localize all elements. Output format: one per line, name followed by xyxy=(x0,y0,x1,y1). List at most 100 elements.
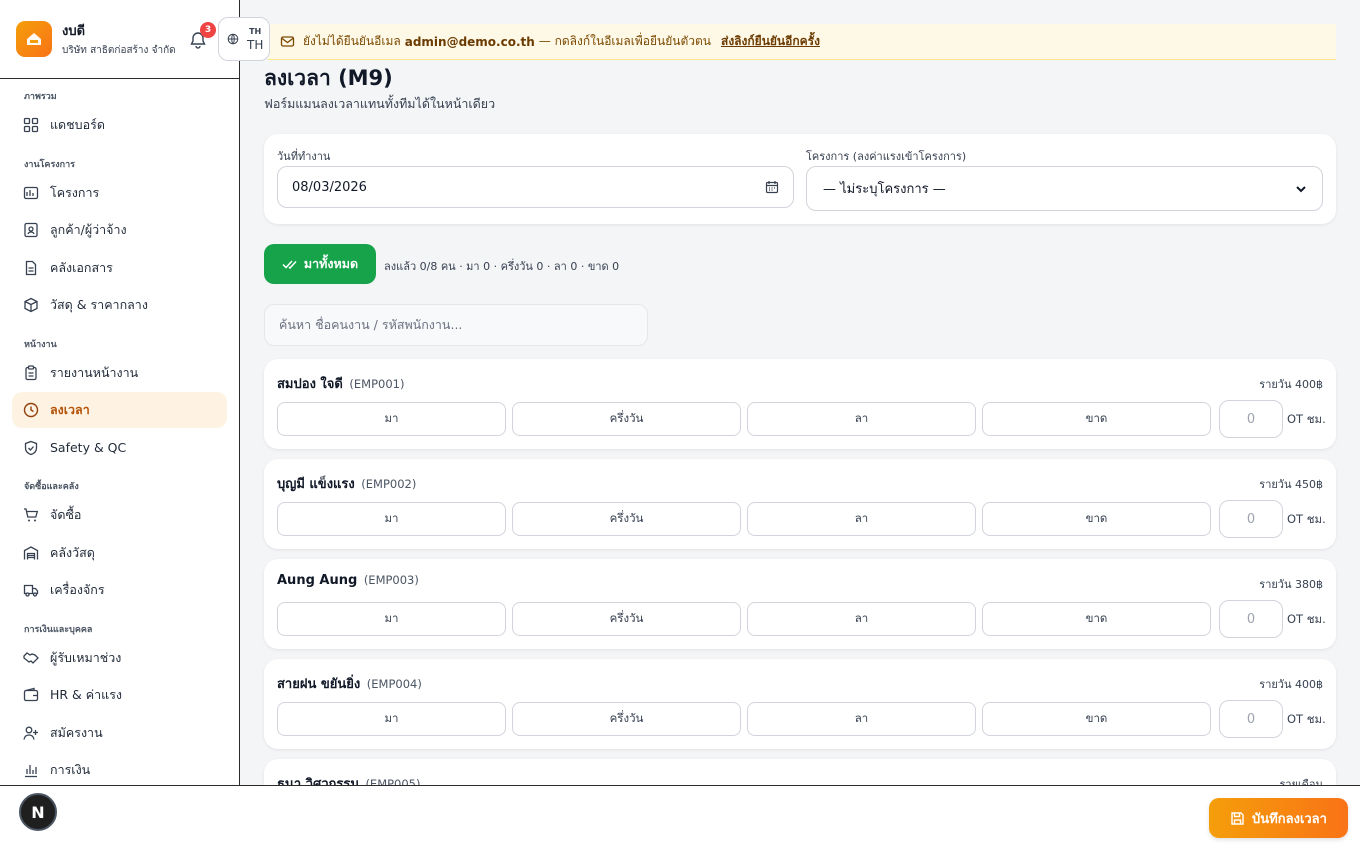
save-attendance-label: บันทึกลงเวลา xyxy=(1252,811,1327,827)
sidebar-item-machinery[interactable]: เครื่องจักร xyxy=(12,572,227,608)
cart-icon xyxy=(24,508,39,522)
handshake-icon xyxy=(23,651,39,664)
employee-name: Aung Aung (EMP003) xyxy=(277,573,419,588)
sidebar-item-hr[interactable]: HR & ค่าแรง xyxy=(12,677,227,713)
dev-tools-badge[interactable]: N xyxy=(19,793,57,831)
language-switcher[interactable]: TH TH xyxy=(218,17,270,61)
ot-unit-label: OT ชม. xyxy=(1287,512,1326,526)
status-option-half[interactable]: ครึ่งวัน xyxy=(512,702,741,736)
grid-icon xyxy=(23,117,39,133)
status-option-half[interactable]: ครึ่งวัน xyxy=(512,402,741,436)
wallet-icon xyxy=(23,687,39,702)
status-option-half[interactable]: ครึ่งวัน xyxy=(512,502,741,536)
bottom-action-bar xyxy=(0,785,1360,850)
status-option-present[interactable]: มา xyxy=(277,402,506,436)
sidebar-item-warehouse[interactable]: คลังวัสดุ xyxy=(12,535,227,571)
user-plus-icon xyxy=(23,726,38,740)
sidebar-item-recruit[interactable]: สมัครงาน xyxy=(12,715,227,751)
nav-group-projects: งานโครงการ xyxy=(24,159,76,170)
ot-hours-input[interactable]: 0 xyxy=(1219,700,1283,738)
contact-card-icon xyxy=(24,222,38,238)
employee-name-text: สายฝน ขยันยิ่ง xyxy=(277,677,361,692)
nav-group-site: หน้างาน xyxy=(24,339,57,350)
status-option-half[interactable]: ครึ่งวัน xyxy=(512,602,741,636)
ot-hours-input[interactable]: 0 xyxy=(1219,400,1283,438)
employee-code: (EMP005) xyxy=(365,777,421,785)
employee-rate: รายวัน 400฿ xyxy=(1259,678,1323,691)
employee-code: (EMP004) xyxy=(366,677,422,691)
employee-name: ธนา วิศวกรรม (EMP005) xyxy=(277,773,420,785)
sidebar-item-projects[interactable]: โครงการ xyxy=(12,175,227,211)
sidebar: งบดี บริษัท สาธิตก่อสร้าง จำกัด 3 ภาพรวม… xyxy=(0,0,240,786)
company-name: บริษัท สาธิตก่อสร้าง จำกัด xyxy=(62,45,176,56)
sidebar-item-label: วัสดุ & ราคากลาง xyxy=(50,297,148,312)
chart-icon xyxy=(23,186,39,199)
sidebar-item-attendance[interactable]: ลงเวลา xyxy=(12,392,227,428)
sidebar-item-label: สมัครงาน xyxy=(50,724,103,740)
status-option-leave[interactable]: ลา xyxy=(747,602,976,636)
employee-name-text: Aung Aung xyxy=(277,573,358,588)
language-code-small: TH xyxy=(249,26,262,36)
status-option-absent[interactable]: ขาด xyxy=(982,602,1211,636)
status-option-absent[interactable]: ขาด xyxy=(982,702,1211,736)
nav-group-overview: ภาพรวม xyxy=(24,92,57,102)
sidebar-item-site-report[interactable]: รายงานหน้างาน xyxy=(12,355,227,391)
employee-name-text: บุญมี แข็งแรง xyxy=(277,477,355,492)
sidebar-item-label: จัดซื้อ xyxy=(50,507,82,522)
employee-name: สายฝน ขยันยิ่ง (EMP004) xyxy=(277,673,422,694)
sidebar-item-label: รายงานหน้างาน xyxy=(50,364,139,380)
status-option-present[interactable]: มา xyxy=(277,602,506,636)
employee-name: สมปอง ใจดี (EMP001) xyxy=(277,373,404,394)
status-option-absent[interactable]: ขาด xyxy=(982,402,1211,436)
employee-rate: รายวัน 380฿ xyxy=(1259,578,1323,591)
employee-card: สายฝน ขยันยิ่ง (EMP004) รายวัน 400฿มา ครึ่… xyxy=(264,659,1336,749)
ot-unit-label: OT ชม. xyxy=(1287,712,1326,726)
status-option-leave[interactable]: ลา xyxy=(747,402,976,436)
sidebar-item-safety[interactable]: Safety & QC xyxy=(12,430,227,466)
employee-rate: รายวัน 400฿ xyxy=(1259,378,1323,391)
ot-hours-input[interactable]: 0 xyxy=(1219,600,1283,638)
employee-name-text: ธนา วิศวกรรม xyxy=(277,777,359,785)
sidebar-item-dashboard[interactable]: แดชบอร์ด xyxy=(12,107,227,143)
notification-badge: 3 xyxy=(200,22,216,38)
save-icon xyxy=(1231,811,1244,825)
employee-card: ธนา วิศวกรรม (EMP005) รายเดือน xyxy=(264,759,1336,785)
sidebar-item-label: ลงเวลา xyxy=(50,402,90,417)
employee-code: (EMP003) xyxy=(363,573,419,587)
sidebar-item-finance[interactable]: การเงิน xyxy=(12,752,227,786)
sidebar-item-documents[interactable]: คลังเอกสาร xyxy=(12,250,227,286)
employee-name-text: สมปอง ใจดี xyxy=(277,377,343,392)
sidebar-item-label: คลังเอกสาร xyxy=(50,259,113,275)
sidebar-nav: ภาพรวม แดชบอร์ด งานโครงการ โครงการ ลูกค้… xyxy=(0,79,239,786)
employee-rate: รายเดือน xyxy=(1279,778,1323,785)
save-attendance-button[interactable]: บันทึกลงเวลา xyxy=(1209,798,1348,838)
sidebar-item-label: HR & ค่าแรง xyxy=(50,687,123,702)
status-option-present[interactable]: มา xyxy=(277,502,506,536)
clipboard-icon xyxy=(25,364,37,380)
sidebar-item-subcontractors[interactable]: ผู้รับเหมาช่วง xyxy=(12,640,227,676)
sidebar-item-label: คลังวัสดุ xyxy=(50,544,95,560)
status-option-absent[interactable]: ขาด xyxy=(982,502,1211,536)
nav-group-finance: การเงินและบุคคล xyxy=(24,624,93,635)
sidebar-item-label: Safety & QC xyxy=(50,440,127,455)
sidebar-item-label: โครงการ xyxy=(50,184,100,200)
ot-hours-input[interactable]: 0 xyxy=(1219,500,1283,538)
employee-card: สมปอง ใจดี (EMP001) รายวัน 400฿มา ครึ่งวัน… xyxy=(264,359,1336,449)
employee-rate: รายวัน 450฿ xyxy=(1259,478,1323,491)
box-icon xyxy=(24,297,38,313)
status-option-leave[interactable]: ลา xyxy=(747,702,976,736)
clock-icon xyxy=(23,402,39,418)
sidebar-item-purchase[interactable]: จัดซื้อ xyxy=(12,497,227,533)
employee-code: (EMP001) xyxy=(349,377,405,391)
employee-name: บุญมี แข็งแรง (EMP002) xyxy=(277,473,416,494)
sidebar-item-materials[interactable]: วัสดุ & ราคากลาง xyxy=(12,287,227,323)
app-logo-icon[interactable] xyxy=(16,21,52,57)
status-option-present[interactable]: มา xyxy=(277,702,506,736)
status-option-leave[interactable]: ลา xyxy=(747,502,976,536)
employee-card: บุญมี แข็งแรง (EMP002) รายวัน 450฿มา ครึ่ง… xyxy=(264,459,1336,549)
sidebar-item-clients[interactable]: ลูกค้า/ผู้ว่าจ้าง xyxy=(12,212,227,248)
bar-chart-icon xyxy=(25,765,37,778)
globe-icon xyxy=(227,33,239,45)
shield-check-icon xyxy=(24,440,38,455)
truck-icon xyxy=(23,584,39,597)
